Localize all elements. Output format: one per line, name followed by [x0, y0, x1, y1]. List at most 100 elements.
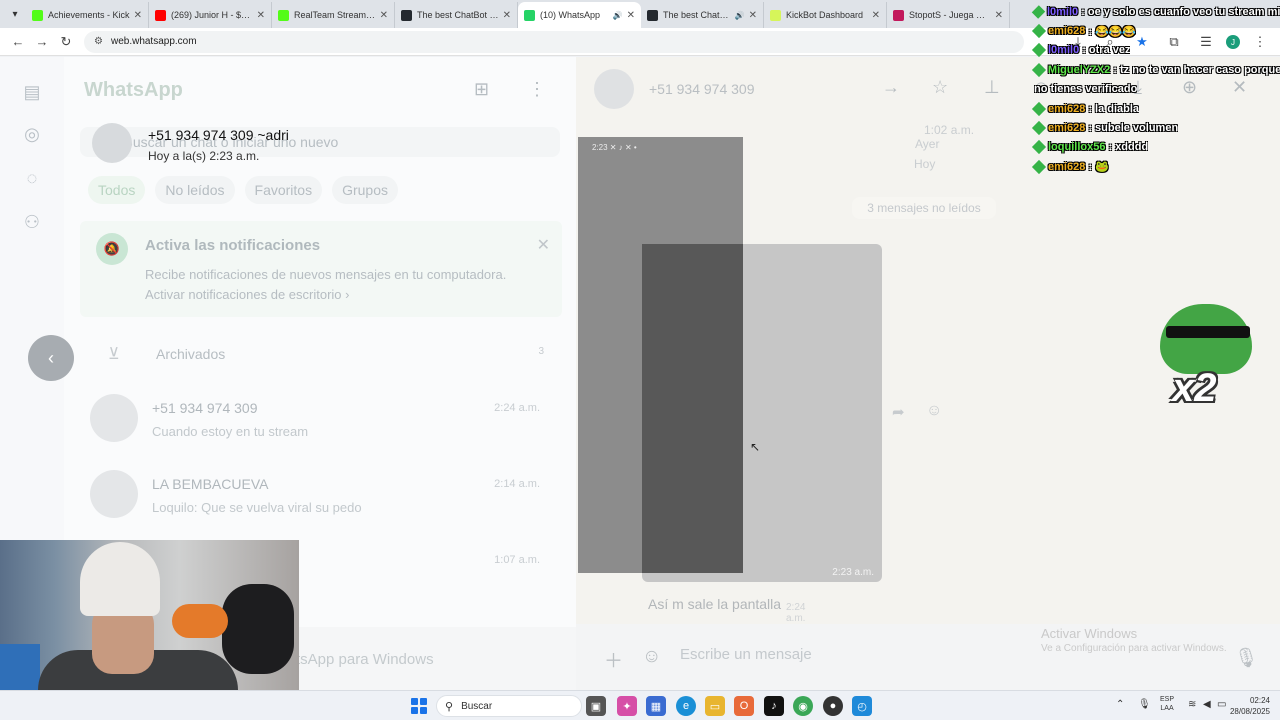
pinned-app-icon[interactable]: ◴	[852, 696, 872, 716]
close-tab-icon[interactable]: ✕	[749, 10, 757, 21]
browser-tab[interactable]: (10) WhatsApp 🔊 ✕	[518, 2, 641, 28]
back-arrow-icon[interactable]: ←	[6, 30, 30, 54]
volume-icon[interactable]: ◀	[1203, 699, 1211, 710]
close-tab-icon[interactable]: ✕	[134, 10, 142, 21]
taskbar-search[interactable]: ⚲ Buscar	[436, 695, 582, 717]
wifi-icon[interactable]: ≋	[1188, 699, 1196, 710]
chat-badge-icon	[1031, 120, 1047, 136]
search-icon: ⚲	[445, 700, 454, 713]
text-message[interactable]: Así m sale la pantalla 2:24 a.m.	[642, 592, 812, 624]
emoji-icon[interactable]: ☺	[642, 646, 661, 668]
conversation-name: +51 934 974 309	[649, 81, 755, 97]
browser-tab[interactable]: The best ChatBot an ✕	[395, 2, 518, 28]
language-indicator[interactable]: ESP LAA	[1160, 695, 1174, 713]
favicon-icon	[401, 9, 412, 21]
chevron-up-icon[interactable]: ⌃	[1116, 699, 1124, 710]
pin-icon[interactable]: ⊥	[984, 77, 1000, 98]
new-chat-icon[interactable]: ⊞	[474, 79, 489, 100]
browser-tab[interactable]: The best ChatBot 🔊 ✕	[641, 2, 764, 28]
close-tab-icon[interactable]: ✕	[627, 10, 635, 21]
stream-chat-message: l0mil0: otra vez	[1031, 41, 1280, 60]
speaker-icon[interactable]: 🔊	[735, 11, 745, 20]
tab-label: The best ChatBot	[663, 10, 732, 20]
browser-tab[interactable]: Achievements - Kick ✕	[26, 2, 149, 28]
avatar	[92, 123, 132, 163]
address-url: web.whatsapp.com	[110, 36, 197, 47]
viewer-back-button[interactable]: ‹	[28, 335, 74, 381]
system-clock[interactable]: 02:24 28/08/2025	[1224, 695, 1270, 717]
chat-filters: Todos No leídos Favoritos Grupos	[88, 176, 399, 204]
favicon-icon	[893, 9, 904, 21]
browser-tab[interactable]: KickBot Dashboard ✕	[764, 2, 887, 28]
close-icon[interactable]: ✕	[537, 235, 550, 255]
chats-icon[interactable]: ▤	[19, 79, 45, 105]
forward-arrow-icon[interactable]: →	[882, 77, 900, 98]
mouse-cursor-icon: ↖	[750, 440, 761, 454]
viewer-contact-info: +51 934 974 309 ~adri Hoy a la(s) 2:23 a…	[92, 123, 412, 167]
stream-chat-message: emi628: 😂😂😂	[1031, 21, 1280, 40]
tab-label: RealTeam Stream - W	[294, 10, 376, 20]
communities-icon[interactable]: ⚇	[19, 209, 45, 235]
store-icon[interactable]: ▦	[646, 696, 666, 716]
viewer-contact-time: Hoy a la(s) 2:23 a.m.	[148, 149, 260, 163]
filter-all[interactable]: Todos	[88, 176, 146, 204]
obs-icon[interactable]: ●	[823, 696, 843, 716]
stream-chat-overlay: l0mil0: oe y solo es cuanfo veo tu strea…	[1031, 2, 1280, 177]
copilot-icon[interactable]: ✦	[617, 696, 637, 716]
microphone-icon[interactable]: 🎙	[1234, 646, 1258, 670]
close-tab-icon[interactable]: ✕	[380, 10, 388, 21]
tab-search-icon[interactable]: ▾	[4, 3, 26, 25]
status-icon[interactable]: ◎	[19, 121, 45, 147]
webcam-feed	[0, 540, 299, 690]
site-info-icon[interactable]: ⚙	[94, 36, 103, 47]
stream-chat-message: no tienes verificado	[1034, 80, 1280, 99]
speaker-icon[interactable]: 🔊	[613, 11, 623, 20]
filter-groups[interactable]: Grupos	[332, 176, 399, 204]
chat-text: no tienes verificado	[1034, 83, 1138, 96]
start-button[interactable]	[411, 698, 427, 714]
favicon-icon	[32, 9, 43, 21]
message-input[interactable]: Escribe un mensaje	[680, 646, 812, 663]
task-view-icon[interactable]: ▣	[586, 696, 606, 716]
chat-preview: Cuando estoy en tu stream	[152, 424, 309, 439]
browser-tab[interactable]: (269) Junior H - $AD ✕	[149, 2, 272, 28]
chat-preview: Loquilo: Que se vuelva viral su pedo	[152, 500, 362, 515]
chat-text: : la diabla	[1088, 102, 1140, 115]
microphone-icon[interactable]: 🎙	[1138, 699, 1151, 710]
browser-tab[interactable]: StopotS - Juega Stop ✕	[887, 2, 1010, 28]
close-tab-icon[interactable]: ✕	[872, 10, 880, 21]
menu-dots-icon[interactable]: ⋮	[528, 79, 546, 100]
chat-list-item[interactable]: +51 934 974 309 Cuando estoy en tu strea…	[88, 394, 560, 450]
close-tab-icon[interactable]: ✕	[257, 10, 265, 21]
webcam-bag-shape	[222, 584, 294, 674]
address-bar[interactable]: ⚙ web.whatsapp.com	[84, 30, 1024, 53]
tiktok-icon[interactable]: ♪	[764, 696, 784, 716]
close-tab-icon[interactable]: ✕	[995, 10, 1003, 21]
close-tab-icon[interactable]: ✕	[503, 10, 511, 21]
chrome-icon[interactable]: ◉	[793, 696, 813, 716]
enable-notifications-link[interactable]: Activar notificaciones de escritorio ›	[145, 287, 349, 302]
outlook-icon[interactable]: O	[734, 696, 754, 716]
chat-list-item[interactable]: LA BEMBACUEVA Loquilo: Que se vuelva vir…	[88, 470, 560, 526]
activate-windows-subtitle: Ve a Configuración para activar Windows.	[1041, 643, 1227, 654]
star-icon[interactable]: ☆	[932, 77, 948, 98]
filter-unread[interactable]: No leídos	[155, 176, 235, 204]
archived-row[interactable]: ⊻ Archivados 3	[104, 343, 544, 367]
chat-time: 2:24 a.m.	[494, 402, 540, 414]
forward-arrow-icon[interactable]: →	[30, 30, 54, 54]
message-composer: ＋ ☺ Escribe un mensaje 🎙	[576, 624, 1280, 690]
plus-icon[interactable]: ＋	[604, 646, 623, 673]
browser-tab[interactable]: RealTeam Stream - W ✕	[272, 2, 395, 28]
screenshot-overlap	[642, 244, 743, 573]
channels-icon[interactable]: ◌	[19, 165, 45, 191]
edge-icon[interactable]: e	[676, 696, 696, 716]
whatsapp-windows-promo[interactable]: tsApp para Windows	[296, 651, 434, 668]
stream-chat-message: emi628: subele volumen	[1031, 118, 1280, 137]
tab-label: (269) Junior H - $AD	[171, 10, 253, 20]
filter-favorites[interactable]: Favoritos	[244, 176, 323, 204]
chat-name: LA BEMBACUEVA	[152, 476, 269, 492]
reload-icon[interactable]: ↻	[54, 30, 78, 54]
file-explorer-icon[interactable]: ▭	[705, 696, 725, 716]
react-icon[interactable]: ☺	[926, 402, 942, 420]
share-icon[interactable]: ➦	[892, 403, 905, 421]
